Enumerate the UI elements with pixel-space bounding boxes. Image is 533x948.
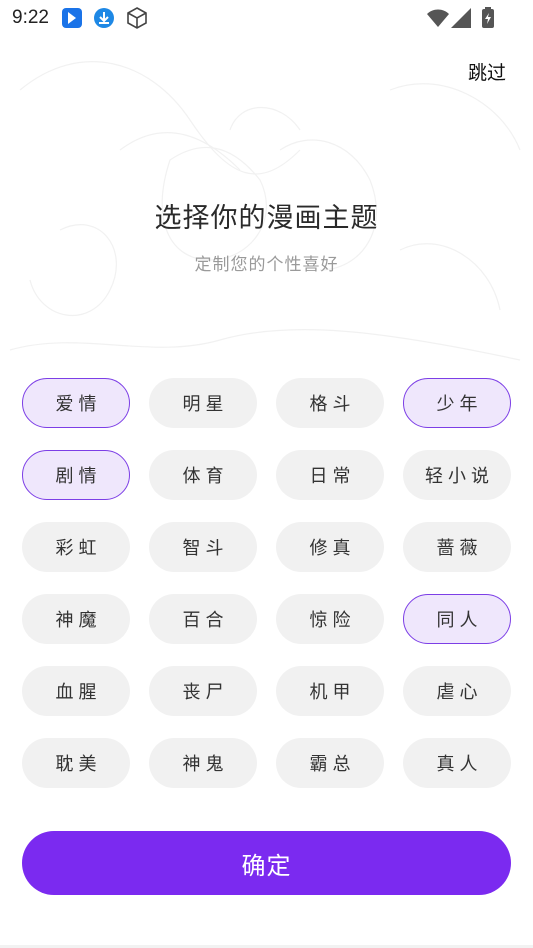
signal-icon xyxy=(451,8,471,28)
theme-tag-label: 虐心 xyxy=(436,682,483,703)
theme-tag-grid: 爱情 明星 格斗 少年 剧情 体育 日常 轻小说 彩虹 智斗 修真 蔷薇 神魔 … xyxy=(22,378,511,788)
theme-tag[interactable]: 格斗 xyxy=(276,378,384,428)
theme-tag-label: 修真 xyxy=(309,538,356,559)
theme-tag[interactable]: 机甲 xyxy=(276,666,384,716)
theme-tag-label: 蔷薇 xyxy=(436,538,483,559)
theme-tag-label: 明星 xyxy=(182,394,229,415)
theme-tag[interactable]: 惊险 xyxy=(276,594,384,644)
theme-tag-label: 机甲 xyxy=(309,682,356,703)
theme-tag-label: 剧情 xyxy=(55,466,102,487)
theme-tag[interactable]: 神鬼 xyxy=(149,738,257,788)
theme-tag-label: 彩虹 xyxy=(55,538,102,559)
theme-tag[interactable]: 剧情 xyxy=(22,450,130,500)
confirm-button[interactable]: 确定 xyxy=(22,831,511,895)
theme-tag[interactable]: 百合 xyxy=(149,594,257,644)
theme-tag[interactable]: 血腥 xyxy=(22,666,130,716)
status-bar: 9:22 xyxy=(0,0,533,38)
theme-tag[interactable]: 体育 xyxy=(149,450,257,500)
theme-tag[interactable]: 耽美 xyxy=(22,738,130,788)
page-title: 选择你的漫画主题 xyxy=(154,203,379,234)
theme-tag[interactable]: 蔷薇 xyxy=(403,522,511,572)
theme-tag[interactable]: 同人 xyxy=(403,594,511,644)
theme-tag[interactable]: 日常 xyxy=(276,450,384,500)
theme-tag-label: 惊险 xyxy=(309,610,356,631)
theme-tag[interactable]: 神魔 xyxy=(22,594,130,644)
skip-button[interactable]: 跳过 xyxy=(468,58,506,85)
theme-tag[interactable]: 智斗 xyxy=(149,522,257,572)
theme-tag-label: 霸总 xyxy=(309,754,356,775)
page-subtitle: 定制您的个性喜好 xyxy=(194,255,339,275)
theme-tag[interactable]: 修真 xyxy=(276,522,384,572)
theme-tag-label: 日常 xyxy=(309,466,356,487)
cube-icon xyxy=(127,7,147,29)
theme-tag[interactable]: 爱情 xyxy=(22,378,130,428)
status-time: 9:22 xyxy=(12,7,49,28)
theme-tag-label: 耽美 xyxy=(55,754,102,775)
theme-tag[interactable]: 虐心 xyxy=(403,666,511,716)
theme-tag-label: 同人 xyxy=(436,610,483,631)
theme-tag[interactable]: 少年 xyxy=(403,378,511,428)
theme-tag[interactable]: 丧尸 xyxy=(149,666,257,716)
theme-tag-label: 格斗 xyxy=(309,394,356,415)
theme-tag-label: 体育 xyxy=(182,466,229,487)
theme-tag[interactable]: 彩虹 xyxy=(22,522,130,572)
theme-tag-label: 轻小说 xyxy=(425,466,494,487)
theme-tag-label: 神鬼 xyxy=(182,754,229,775)
theme-tag-label: 百合 xyxy=(182,610,229,631)
theme-tag-label: 少年 xyxy=(436,394,483,415)
download-icon xyxy=(94,8,114,28)
theme-tag[interactable]: 轻小说 xyxy=(403,450,511,500)
theme-tag-label: 爱情 xyxy=(55,394,102,415)
theme-tag-label: 智斗 xyxy=(182,538,229,559)
theme-tag-label: 丧尸 xyxy=(182,682,229,703)
theme-tag-label: 神魔 xyxy=(55,610,102,631)
theme-tag[interactable]: 霸总 xyxy=(276,738,384,788)
app-badge-icon xyxy=(62,8,82,28)
wifi-icon xyxy=(427,9,449,27)
theme-tag[interactable]: 真人 xyxy=(403,738,511,788)
theme-tag-label: 真人 xyxy=(436,754,483,775)
theme-tag[interactable]: 明星 xyxy=(149,378,257,428)
battery-icon xyxy=(482,7,494,28)
theme-tag-label: 血腥 xyxy=(55,682,102,703)
